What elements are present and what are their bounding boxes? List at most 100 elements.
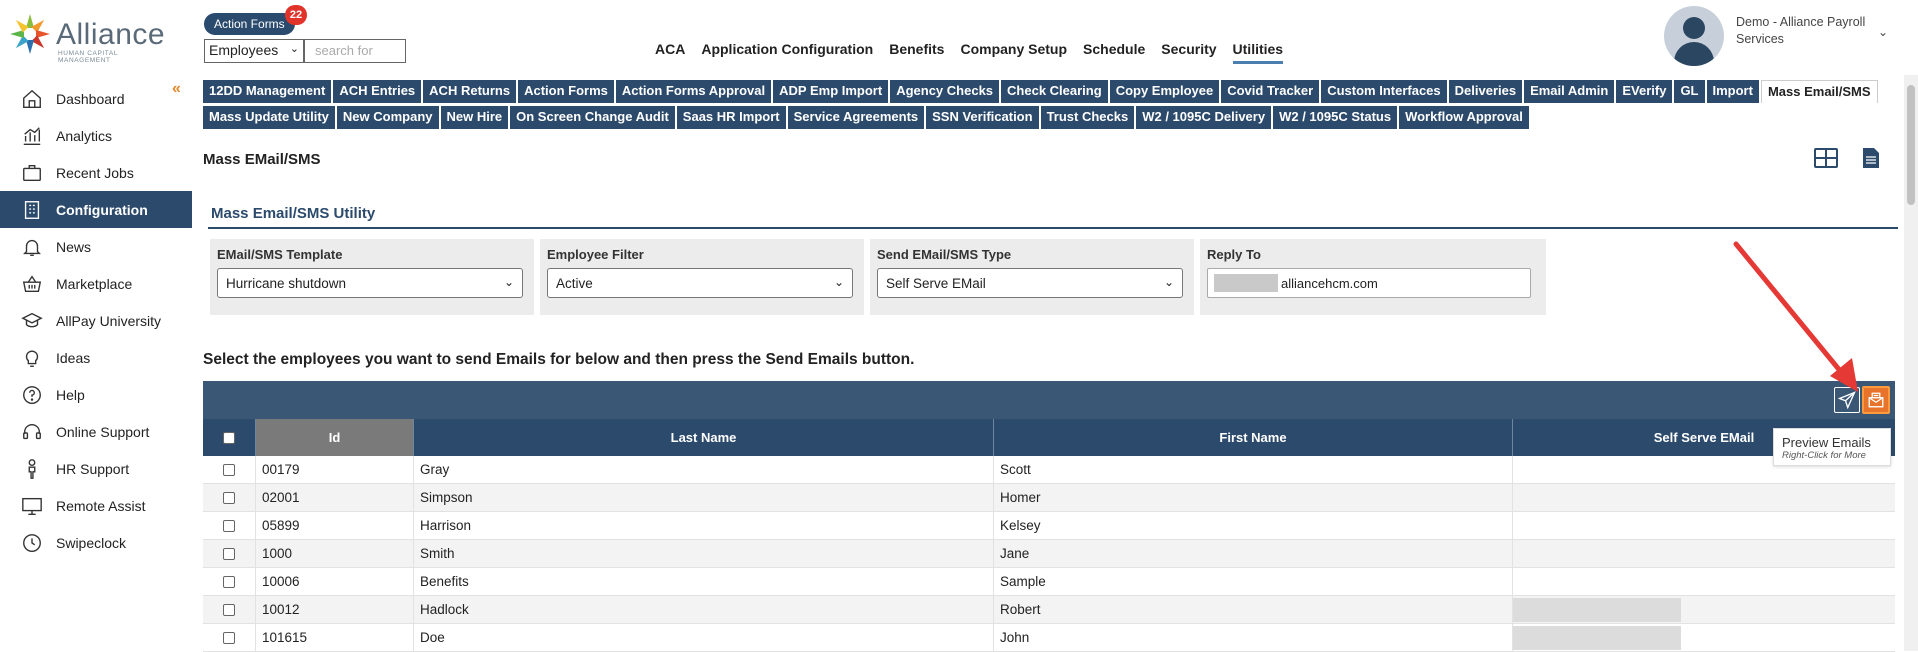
scrollbar-thumb[interactable] xyxy=(1907,85,1915,205)
sidebar-item-label: Marketplace xyxy=(56,275,133,292)
tab-workflow-approval[interactable]: Workflow Approval xyxy=(1399,106,1529,129)
tab-trust-checks[interactable]: Trust Checks xyxy=(1040,106,1135,129)
question-icon xyxy=(20,383,44,407)
type-value: Self Serve EMail xyxy=(886,276,986,291)
row-checkbox[interactable] xyxy=(223,491,235,504)
tab-on-screen-change-audit[interactable]: On Screen Change Audit xyxy=(510,106,675,129)
sidebar-item-configuration[interactable]: Configuration xyxy=(0,191,192,228)
row-checkbox[interactable] xyxy=(223,547,235,560)
tab-everify[interactable]: EVerify xyxy=(1616,80,1673,103)
sidebar-item-marketplace[interactable]: Marketplace xyxy=(0,265,192,302)
tab-w2-1095c-delivery[interactable]: W2 / 1095C Delivery xyxy=(1136,106,1272,129)
user-name[interactable]: Demo - Alliance Payroll Services xyxy=(1736,14,1876,48)
sidebar-item-label: Ideas xyxy=(56,349,91,366)
tab-covid-tracker[interactable]: Covid Tracker xyxy=(1221,80,1320,103)
alliance-logo[interactable]: Alliance HUMAN CAPITAL MANAGEMENT xyxy=(8,12,168,64)
row-checkbox[interactable] xyxy=(223,463,235,476)
page-scrollbar[interactable] xyxy=(1904,75,1918,651)
nav-security[interactable]: Security xyxy=(1161,41,1216,64)
column-header-id[interactable]: Id xyxy=(256,419,414,456)
cell-id: 02001 xyxy=(256,484,414,511)
tab-agency-checks[interactable]: Agency Checks xyxy=(890,80,1000,103)
nav-application-configuration[interactable]: Application Configuration xyxy=(701,41,873,64)
sidebar-item-swipeclock[interactable]: Swipeclock xyxy=(0,524,192,561)
tab-copy-employee[interactable]: Copy Employee xyxy=(1109,80,1220,103)
grid-view-icon[interactable] xyxy=(1814,148,1838,173)
nav-aca[interactable]: ACA xyxy=(655,41,685,64)
tab-mass-email-sms[interactable]: Mass Email/SMS xyxy=(1760,80,1878,103)
person-icon xyxy=(20,457,44,481)
sidebar-item-dashboard[interactable]: Dashboard xyxy=(0,80,192,117)
template-field: EMail/SMS Template Hurricane shutdown ⌄ xyxy=(210,239,534,315)
row-checkbox[interactable] xyxy=(223,519,235,532)
tab-ach-returns[interactable]: ACH Returns xyxy=(423,80,517,103)
tab-action-forms-approval[interactable]: Action Forms Approval xyxy=(615,80,772,103)
template-select[interactable]: Hurricane shutdown ⌄ xyxy=(217,268,523,298)
template-value: Hurricane shutdown xyxy=(226,276,347,291)
document-icon[interactable] xyxy=(1862,147,1880,174)
sidebar-item-hr-support[interactable]: HR Support xyxy=(0,450,192,487)
tab-w2-1095c-status[interactable]: W2 / 1095C Status xyxy=(1273,106,1398,129)
tab-saas-hr-import[interactable]: Saas HR Import xyxy=(676,106,786,129)
top-navigation: ACA Application Configuration Benefits C… xyxy=(655,41,1284,64)
employee-filter-select[interactable]: Active ⌄ xyxy=(547,268,853,298)
tab-ach-entries[interactable]: ACH Entries xyxy=(333,80,422,103)
analytics-icon xyxy=(20,124,44,148)
row-select-cell xyxy=(203,456,256,483)
row-checkbox[interactable] xyxy=(223,603,235,616)
row-checkbox[interactable] xyxy=(223,575,235,588)
send-type-select[interactable]: Self Serve EMail ⌄ xyxy=(877,268,1183,298)
reply-to-input[interactable]: alliancehcm.com xyxy=(1207,268,1531,298)
row-checkbox[interactable] xyxy=(223,631,235,644)
sidebar-item-label: Remote Assist xyxy=(56,497,146,514)
tab-custom-interfaces[interactable]: Custom Interfaces xyxy=(1321,80,1447,103)
select-all-checkbox[interactable] xyxy=(223,431,235,444)
table-row: 05899 Harrison Kelsey xyxy=(203,512,1895,540)
tab-deliveries[interactable]: Deliveries xyxy=(1448,80,1523,103)
cell-last-name: Harrison xyxy=(414,512,994,539)
nav-schedule[interactable]: Schedule xyxy=(1083,41,1145,64)
basket-icon xyxy=(20,272,44,296)
user-menu-chevron-icon[interactable]: ⌄ xyxy=(1878,25,1888,39)
tab-adp-emp-import[interactable]: ADP Emp Import xyxy=(773,80,889,103)
search-type-select[interactable]: Employees ⌄ xyxy=(204,39,304,63)
action-forms-button[interactable]: Action Forms xyxy=(204,13,295,35)
sidebar-item-analytics[interactable]: Analytics xyxy=(0,117,192,154)
tab-gl[interactable]: GL xyxy=(1674,80,1705,103)
cell-email xyxy=(1513,540,1895,567)
column-header-last-name[interactable]: Last Name xyxy=(414,419,994,456)
tab-import[interactable]: Import xyxy=(1706,80,1759,103)
sidebar-item-ideas[interactable]: Ideas xyxy=(0,339,192,376)
tooltip-title: Preview Emails xyxy=(1782,435,1871,450)
tab-new-hire[interactable]: New Hire xyxy=(440,106,509,129)
sidebar-item-allpay-university[interactable]: AllPay University xyxy=(0,302,192,339)
tab-new-company[interactable]: New Company xyxy=(336,106,439,129)
search-input[interactable]: search for xyxy=(304,39,406,63)
sidebar-item-remote-assist[interactable]: Remote Assist xyxy=(0,487,192,524)
table-toolbar xyxy=(203,381,1895,419)
sidebar-item-news[interactable]: News xyxy=(0,228,192,265)
tab-check-clearing[interactable]: Check Clearing xyxy=(1001,80,1108,103)
column-header-first-name[interactable]: First Name xyxy=(994,419,1513,456)
user-avatar[interactable] xyxy=(1664,6,1724,66)
nav-utilities[interactable]: Utilities xyxy=(1232,41,1284,64)
tab-mass-update-utility[interactable]: Mass Update Utility xyxy=(203,106,335,129)
sidebar: Dashboard Analytics Recent Jobs Configur… xyxy=(0,80,192,651)
logo-star-icon xyxy=(10,14,50,54)
row-select-cell xyxy=(203,568,256,595)
sidebar-item-recent-jobs[interactable]: Recent Jobs xyxy=(0,154,192,191)
reply-value: alliancehcm.com xyxy=(1281,275,1378,291)
tab-12dd-management[interactable]: 12DD Management xyxy=(203,80,332,103)
nav-company-setup[interactable]: Company Setup xyxy=(960,41,1067,64)
nav-benefits[interactable]: Benefits xyxy=(889,41,944,64)
sidebar-item-online-support[interactable]: Online Support xyxy=(0,413,192,450)
tab-ssn-verification[interactable]: SSN Verification xyxy=(926,106,1039,129)
tab-service-agreements[interactable]: Service Agreements xyxy=(787,106,925,129)
sidebar-item-help[interactable]: Help xyxy=(0,376,192,413)
bell-icon xyxy=(20,235,44,259)
send-type-field: Send EMail/SMS Type Self Serve EMail ⌄ xyxy=(870,239,1194,315)
tab-email-admin[interactable]: Email Admin xyxy=(1524,80,1615,103)
tab-row-1: 12DD Management ACH Entries ACH Returns … xyxy=(203,80,1903,106)
redacted-text xyxy=(1214,274,1278,292)
tab-action-forms[interactable]: Action Forms xyxy=(518,80,614,103)
